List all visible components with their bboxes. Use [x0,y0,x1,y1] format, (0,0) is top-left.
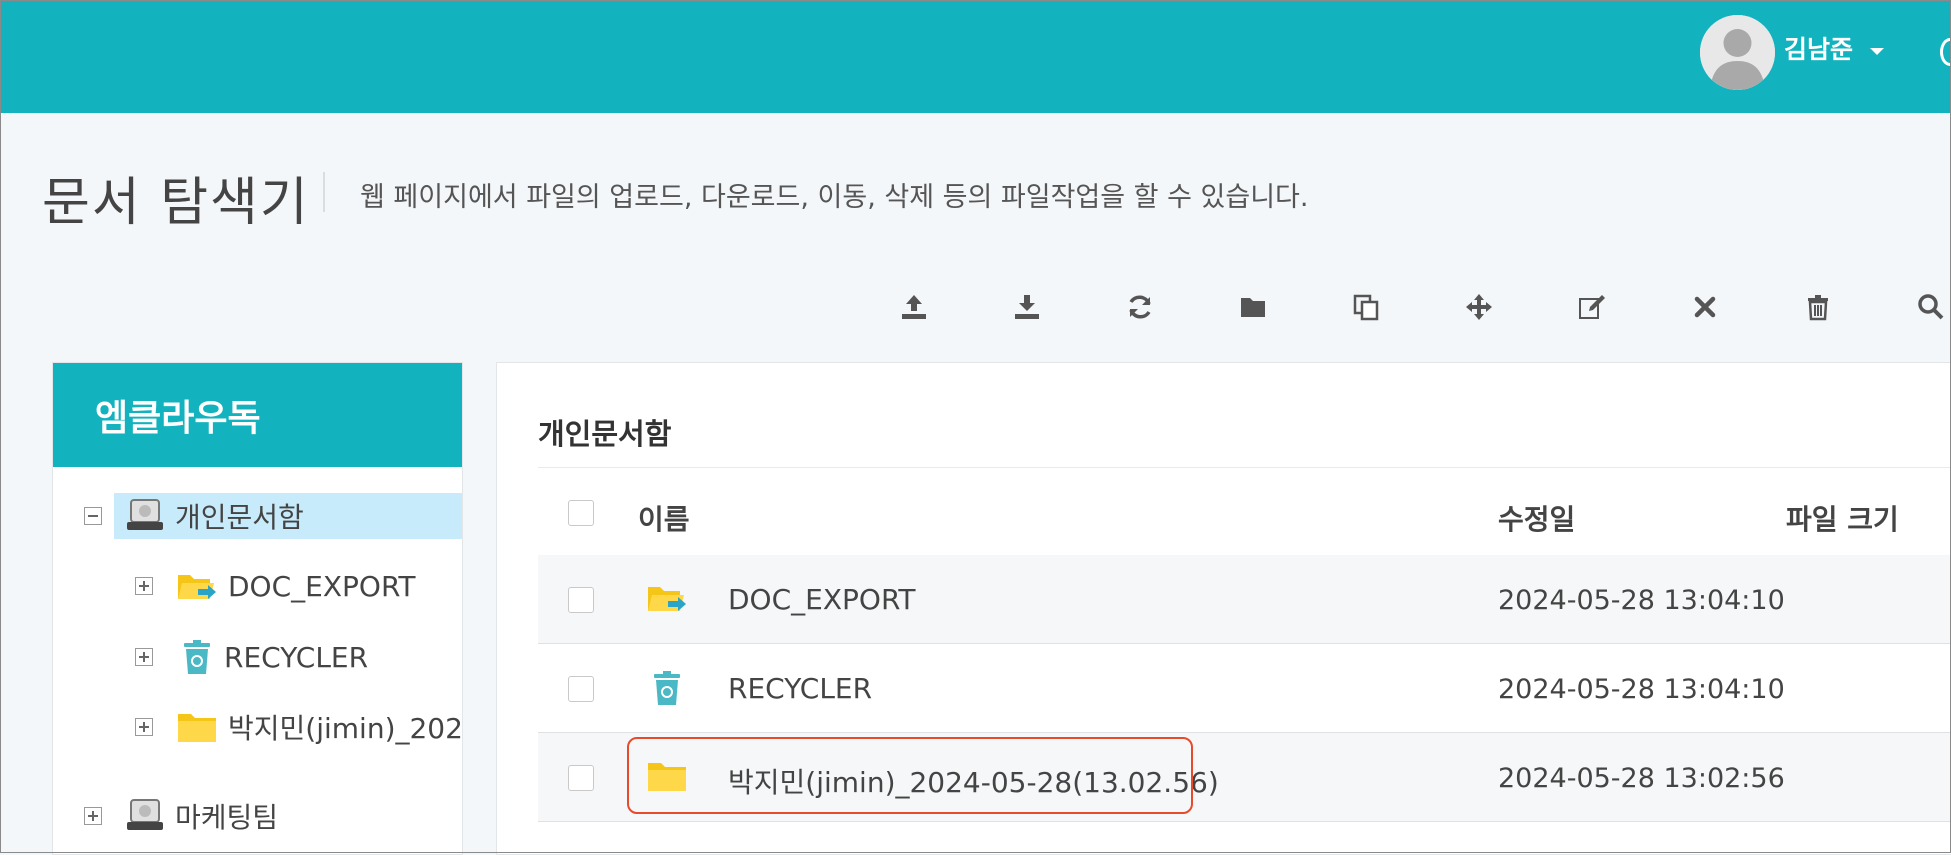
download-icon [1015,295,1039,319]
modified-date: 2024-05-28 13:02:56 [1498,763,1785,794]
tree-item-label: 마케팅팀 [175,801,279,834]
copy-button[interactable] [1344,285,1388,329]
new-folder-button[interactable] [1231,285,1275,329]
file-name[interactable]: RECYCLER [728,672,872,705]
folder-export-icon [178,575,216,599]
refresh-button[interactable] [1118,285,1162,329]
column-header-name[interactable]: 이름 [638,498,690,538]
table-header: 이름 수정일 파일 크기 [538,467,1951,557]
cancel-button[interactable] [1683,285,1727,329]
table-row[interactable]: RECYCLER 2024-05-28 13:04:10 [538,644,1951,733]
user-name[interactable]: 김남준 [1784,30,1853,66]
file-list-panel: 개인문서함 이름 수정일 파일 크기 DOC_EXPORT 2024-05-28… [496,362,1951,855]
tree-item-label: 박지민(jimin)_2024-05-28(13.02.56) [228,712,462,745]
search-button[interactable] [1909,285,1951,329]
page-description: 웹 페이지에서 파일의 업로드, 다운로드, 이동, 삭제 등의 파일작업을 할… [360,182,1309,213]
row-checkbox[interactable] [568,676,594,702]
sidebar-title: 엠클라우독 [53,363,462,467]
copy-icon [1353,294,1379,321]
tree-item-recycler[interactable]: RECYCLER [180,634,368,680]
file-name[interactable]: 박지민(jimin)_2024-05-28(13.02.56) [728,761,1219,801]
tree-collapse-toggle[interactable] [84,507,102,525]
page-title: 문서 탐색기 [42,173,310,233]
folder-icon [648,763,686,791]
modified-date: 2024-05-28 13:04:10 [1498,585,1785,616]
tree-expand-toggle[interactable] [135,648,153,666]
tree-item-jimin-folder[interactable]: 박지민(jimin)_2024-05-28(13.02.56) [176,704,462,750]
search-icon [1918,294,1944,320]
download-button[interactable] [1005,285,1049,329]
tree-item-doc-export[interactable]: DOC_EXPORT [176,563,415,609]
tree-item-label: DOC_EXPORT [228,569,416,603]
edit-icon [1579,295,1605,319]
table-row[interactable]: 박지민(jimin)_2024-05-28(13.02.56) 2024-05-… [538,733,1951,822]
tree-expand-toggle[interactable] [84,807,102,825]
tree-item-label: RECYCLER [224,640,369,674]
upload-button[interactable] [892,285,936,329]
file-name[interactable]: DOC_EXPORT [728,583,915,616]
upload-icon [902,295,926,319]
close-icon [1694,296,1716,318]
column-header-modified[interactable]: 수정일 [1498,498,1575,538]
modified-date: 2024-05-28 13:04:10 [1498,674,1785,705]
folder-icon [1241,298,1265,317]
row-checkbox[interactable] [568,587,594,613]
folder-title: 개인문서함 [538,417,672,451]
user-avatar[interactable] [1700,15,1775,90]
avatar-icon [1700,15,1775,90]
column-header-size[interactable]: 파일 크기 [1786,498,1899,538]
refresh-icon [1129,295,1151,319]
top-header-bar [0,0,1951,113]
tree-item-label: 개인문서함 [175,501,304,534]
row-checkbox[interactable] [568,765,594,791]
user-menu-caret-icon[interactable] [1870,48,1884,55]
tree-item-personal-docs[interactable]: 개인문서함 [125,493,304,539]
drive-icon [127,799,163,830]
select-all-checkbox[interactable] [568,500,594,526]
sidebar-panel: 엠클라우독 개인문서함 DOC_EXPORT RECYCLER 박지민(jimi… [52,362,463,855]
tree-expand-toggle[interactable] [135,718,153,736]
tree-expand-toggle[interactable] [135,577,153,595]
move-button[interactable] [1457,285,1501,329]
title-divider [323,172,325,212]
rename-button[interactable] [1570,285,1614,329]
move-icon [1466,294,1492,320]
recycle-bin-icon [654,671,680,705]
recycle-bin-icon [184,640,210,674]
folder-export-icon [648,587,686,611]
table-row[interactable]: DOC_EXPORT 2024-05-28 13:04:10 [538,555,1951,644]
drive-icon [127,499,163,530]
delete-button[interactable] [1796,285,1840,329]
trash-icon [1808,295,1828,321]
tree-item-marketing-team[interactable]: 마케팅팀 [125,793,278,839]
folder-icon [178,714,216,742]
